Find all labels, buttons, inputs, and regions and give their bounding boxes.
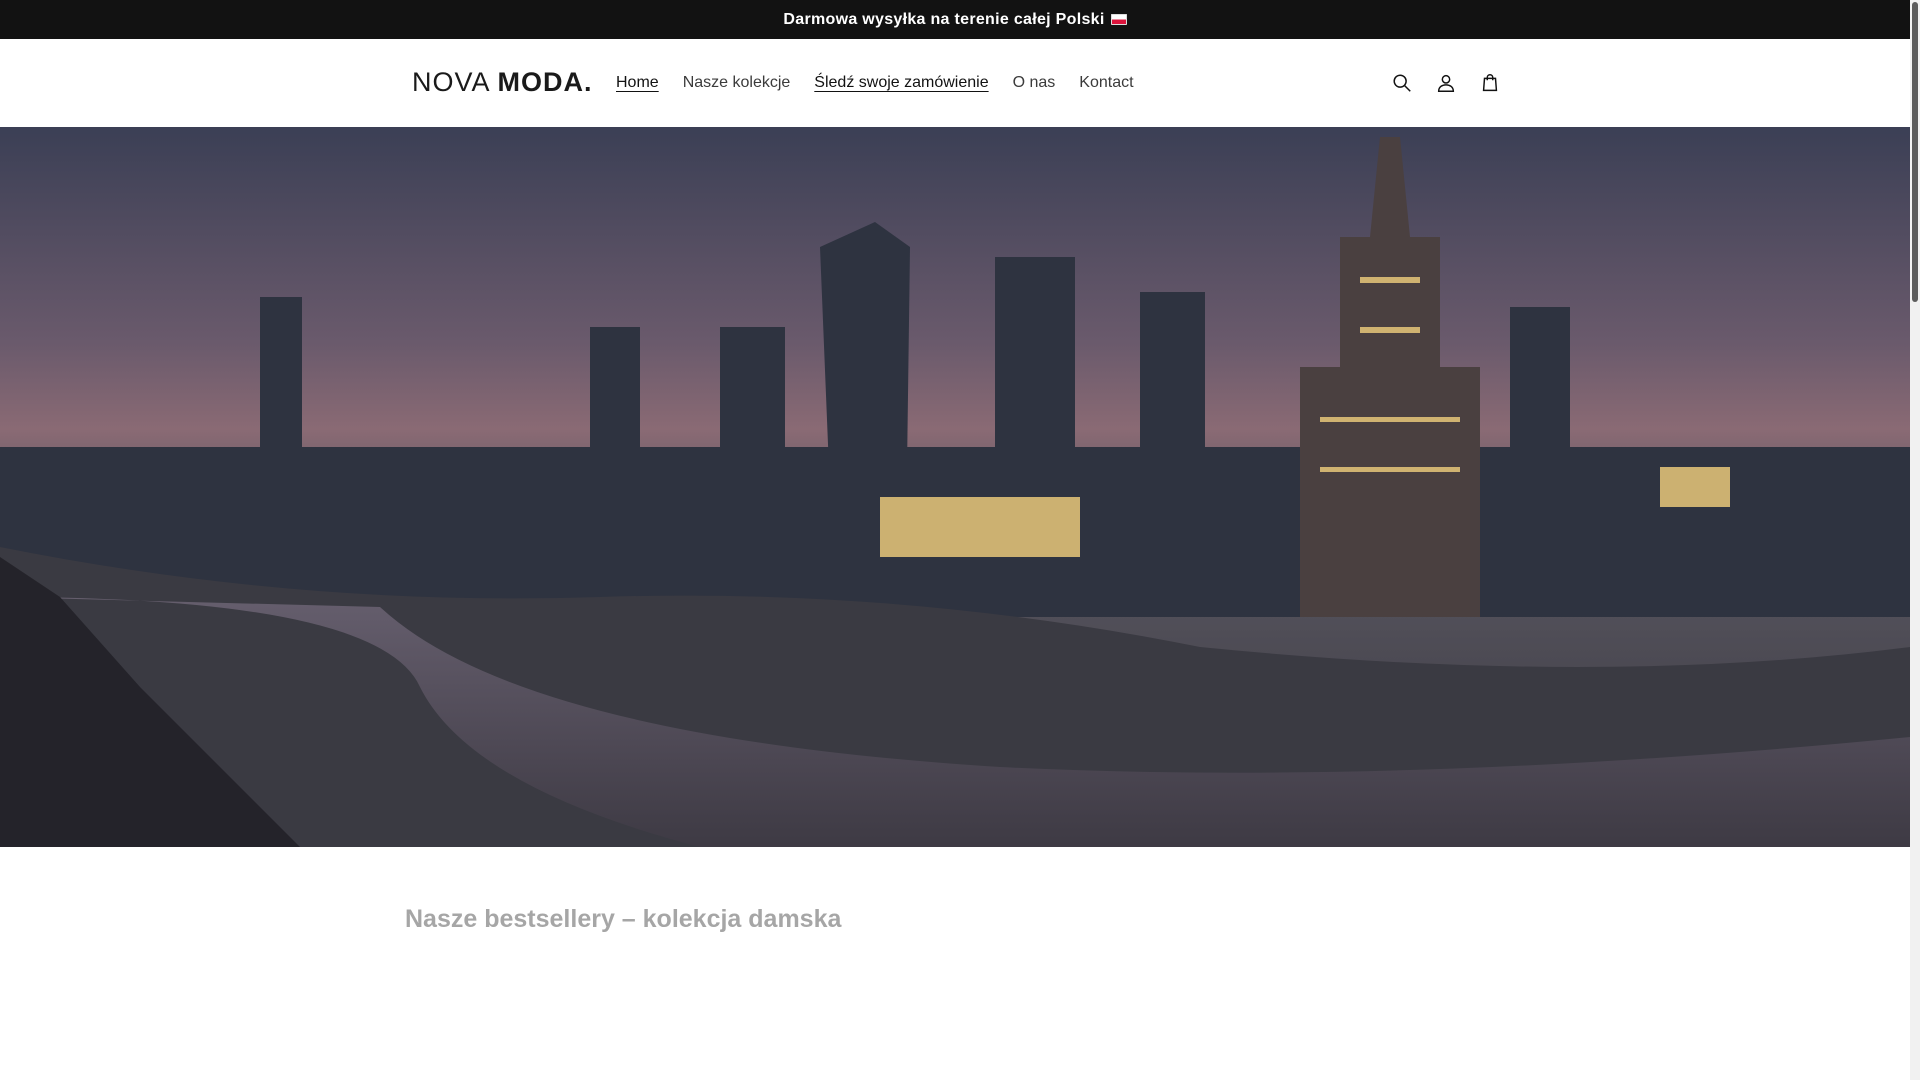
nav-item-track-order[interactable]: Śledź swoje zamówienie (802, 74, 1000, 92)
search-icon (1393, 74, 1411, 92)
logo[interactable]: NOVA MODA. (412, 67, 593, 98)
section-title: Nasze bestsellery – kolekcja damska (405, 905, 842, 933)
header-icons (1380, 61, 1512, 105)
city-skyline-image (0, 127, 1910, 847)
nav-item-about[interactable]: O nas (1001, 74, 1068, 92)
nav-item-home[interactable]: Home (604, 74, 671, 92)
poland-flag-icon (1110, 14, 1127, 25)
nav-item-contact[interactable]: Kontact (1067, 74, 1145, 92)
site-header: NOVA MODA. Home Nasze kolekcje Śledź swo… (0, 39, 1910, 128)
main-nav: Home Nasze kolekcje Śledź swoje zamówien… (604, 39, 1146, 127)
page-scrollbar[interactable] (1910, 0, 1920, 1080)
announcement-text: Darmowa wysyłka na terenie całej Polski (783, 10, 1105, 28)
nav-item-collections[interactable]: Nasze kolekcje (671, 74, 803, 92)
announcement-bar: Darmowa wysyłka na terenie całej Polski (0, 0, 1910, 39)
hero-banner (0, 127, 1910, 847)
logo-light-text: NOVA (412, 67, 490, 97)
search-button[interactable] (1380, 61, 1424, 105)
account-button[interactable] (1424, 61, 1468, 105)
cart-icon (1482, 74, 1498, 92)
account-icon (1437, 74, 1455, 92)
scrollbar-thumb[interactable] (1912, 2, 1918, 302)
logo-bold-text: MODA. (497, 67, 593, 97)
cart-button[interactable] (1468, 61, 1512, 105)
